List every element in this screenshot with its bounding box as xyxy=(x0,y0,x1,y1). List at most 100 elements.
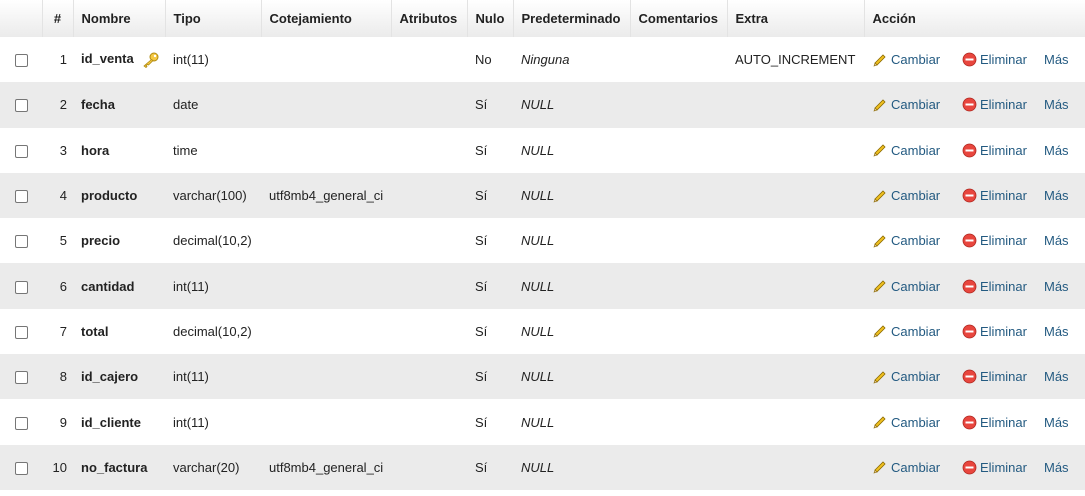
pencil-icon xyxy=(873,371,886,384)
drop-link[interactable]: Eliminar xyxy=(962,188,1044,203)
row-checkbox[interactable] xyxy=(14,416,28,430)
row-number: 1 xyxy=(59,52,67,68)
change-link[interactable]: Cambiar xyxy=(872,97,962,113)
more-link[interactable]: Más xyxy=(1044,143,1069,158)
column-null: Sí xyxy=(475,414,488,430)
header-cotejamiento[interactable]: Cotejamiento xyxy=(261,0,392,37)
column-name: hora xyxy=(81,142,110,158)
header-predeterminado[interactable]: Predeterminado xyxy=(513,0,631,37)
change-link[interactable]: Cambiar xyxy=(872,369,962,385)
header-tipo[interactable]: Tipo xyxy=(165,0,262,37)
row-checkbox[interactable] xyxy=(14,99,28,113)
change-link[interactable]: Cambiar xyxy=(872,52,962,68)
header-num[interactable]: # xyxy=(42,0,74,37)
drop-link[interactable]: Eliminar xyxy=(962,460,1044,475)
table-row: 8 id_cajero int(11) Sí NULL Cambiar Elim… xyxy=(0,354,1085,400)
column-default: NULL xyxy=(521,414,555,430)
column-default: NULL xyxy=(521,142,555,158)
change-link[interactable]: Cambiar xyxy=(872,233,962,249)
drop-link[interactable]: Eliminar xyxy=(962,52,1044,67)
drop-icon xyxy=(962,460,977,475)
header-comentarios[interactable]: Comentarios xyxy=(630,0,728,37)
more-link[interactable]: Más xyxy=(1044,460,1069,475)
column-default: NULL xyxy=(521,323,555,339)
column-attributes xyxy=(391,354,467,399)
column-attributes xyxy=(391,218,467,263)
pencil-icon xyxy=(873,461,886,474)
drop-link[interactable]: Eliminar xyxy=(962,369,1044,384)
more-link[interactable]: Más xyxy=(1044,52,1069,67)
column-extra xyxy=(727,354,864,399)
more-link[interactable]: Más xyxy=(1044,415,1069,430)
table-structure: # Nombre Tipo Cotejamiento Atributos Nul… xyxy=(0,0,1085,490)
drop-link[interactable]: Eliminar xyxy=(962,233,1044,248)
table-row: 2 fecha date Sí NULL Cambiar Eliminar Má… xyxy=(0,82,1085,128)
row-checkbox[interactable] xyxy=(14,144,28,158)
column-null: Sí xyxy=(475,278,488,294)
row-checkbox[interactable] xyxy=(14,325,28,339)
row-checkbox[interactable] xyxy=(14,190,28,204)
drop-link[interactable]: Eliminar xyxy=(962,143,1044,158)
row-checkbox[interactable] xyxy=(14,235,28,249)
header-atributos[interactable]: Atributos xyxy=(391,0,468,37)
more-link[interactable]: Más xyxy=(1044,188,1069,203)
change-link[interactable]: Cambiar xyxy=(872,142,962,158)
table-row: 7 total decimal(10,2) Sí NULL Cambiar El… xyxy=(0,308,1085,355)
column-extra xyxy=(727,399,864,444)
column-name: producto xyxy=(81,188,138,204)
column-attributes xyxy=(391,399,467,444)
more-link[interactable]: Más xyxy=(1044,97,1069,112)
row-checkbox[interactable] xyxy=(14,461,28,475)
column-extra xyxy=(727,82,864,127)
column-collation xyxy=(261,218,391,263)
row-checkbox[interactable] xyxy=(14,371,28,385)
column-extra: AUTO_INCREMENT xyxy=(735,52,856,68)
key-icon xyxy=(143,52,159,68)
more-link[interactable]: Más xyxy=(1044,324,1069,339)
change-link[interactable]: Cambiar xyxy=(872,414,962,430)
drop-icon xyxy=(962,52,977,67)
column-type: varchar(100) xyxy=(173,188,247,204)
change-link[interactable]: Cambiar xyxy=(872,459,962,475)
column-default: NULL xyxy=(521,233,555,249)
more-link[interactable]: Más xyxy=(1044,279,1069,294)
pencil-icon xyxy=(873,54,886,67)
column-type: int(11) xyxy=(173,52,209,68)
row-checkbox[interactable] xyxy=(14,54,28,68)
header-nombre[interactable]: Nombre xyxy=(73,0,166,37)
header-extra[interactable]: Extra xyxy=(727,0,865,37)
header-nulo[interactable]: Nulo xyxy=(467,0,514,37)
row-number: 3 xyxy=(59,142,67,158)
row-checkbox[interactable] xyxy=(14,280,28,294)
column-null: Sí xyxy=(475,459,488,475)
drop-link[interactable]: Eliminar xyxy=(962,279,1044,294)
drop-link[interactable]: Eliminar xyxy=(962,415,1044,430)
column-extra xyxy=(727,218,864,263)
column-name: id_cajero xyxy=(81,369,139,385)
column-attributes xyxy=(391,309,467,354)
drop-link[interactable]: Eliminar xyxy=(962,324,1044,339)
table-row: 10 no_factura varchar(20) utf8mb4_genera… xyxy=(0,444,1085,490)
column-collation xyxy=(261,309,391,354)
change-link[interactable]: Cambiar xyxy=(872,188,962,204)
column-default: Ninguna xyxy=(521,52,570,68)
pencil-icon xyxy=(873,144,886,157)
drop-link[interactable]: Eliminar xyxy=(962,97,1044,112)
column-type: int(11) xyxy=(173,369,209,385)
column-type: int(11) xyxy=(173,278,209,294)
column-collation xyxy=(261,37,391,82)
column-comments xyxy=(630,218,727,263)
drop-icon xyxy=(962,188,977,203)
table-row: 6 cantidad int(11) Sí NULL Cambiar Elimi… xyxy=(0,263,1085,309)
column-null: Sí xyxy=(475,142,488,158)
more-link[interactable]: Más xyxy=(1044,369,1069,384)
drop-icon xyxy=(962,415,977,429)
header-accion: Acción xyxy=(872,11,916,26)
column-name: id_cliente xyxy=(81,414,141,430)
change-link[interactable]: Cambiar xyxy=(872,323,962,339)
more-link[interactable]: Más xyxy=(1044,233,1069,248)
column-null: Sí xyxy=(475,323,488,339)
header-select xyxy=(0,0,43,37)
change-link[interactable]: Cambiar xyxy=(872,278,962,294)
row-number: 7 xyxy=(59,323,67,339)
